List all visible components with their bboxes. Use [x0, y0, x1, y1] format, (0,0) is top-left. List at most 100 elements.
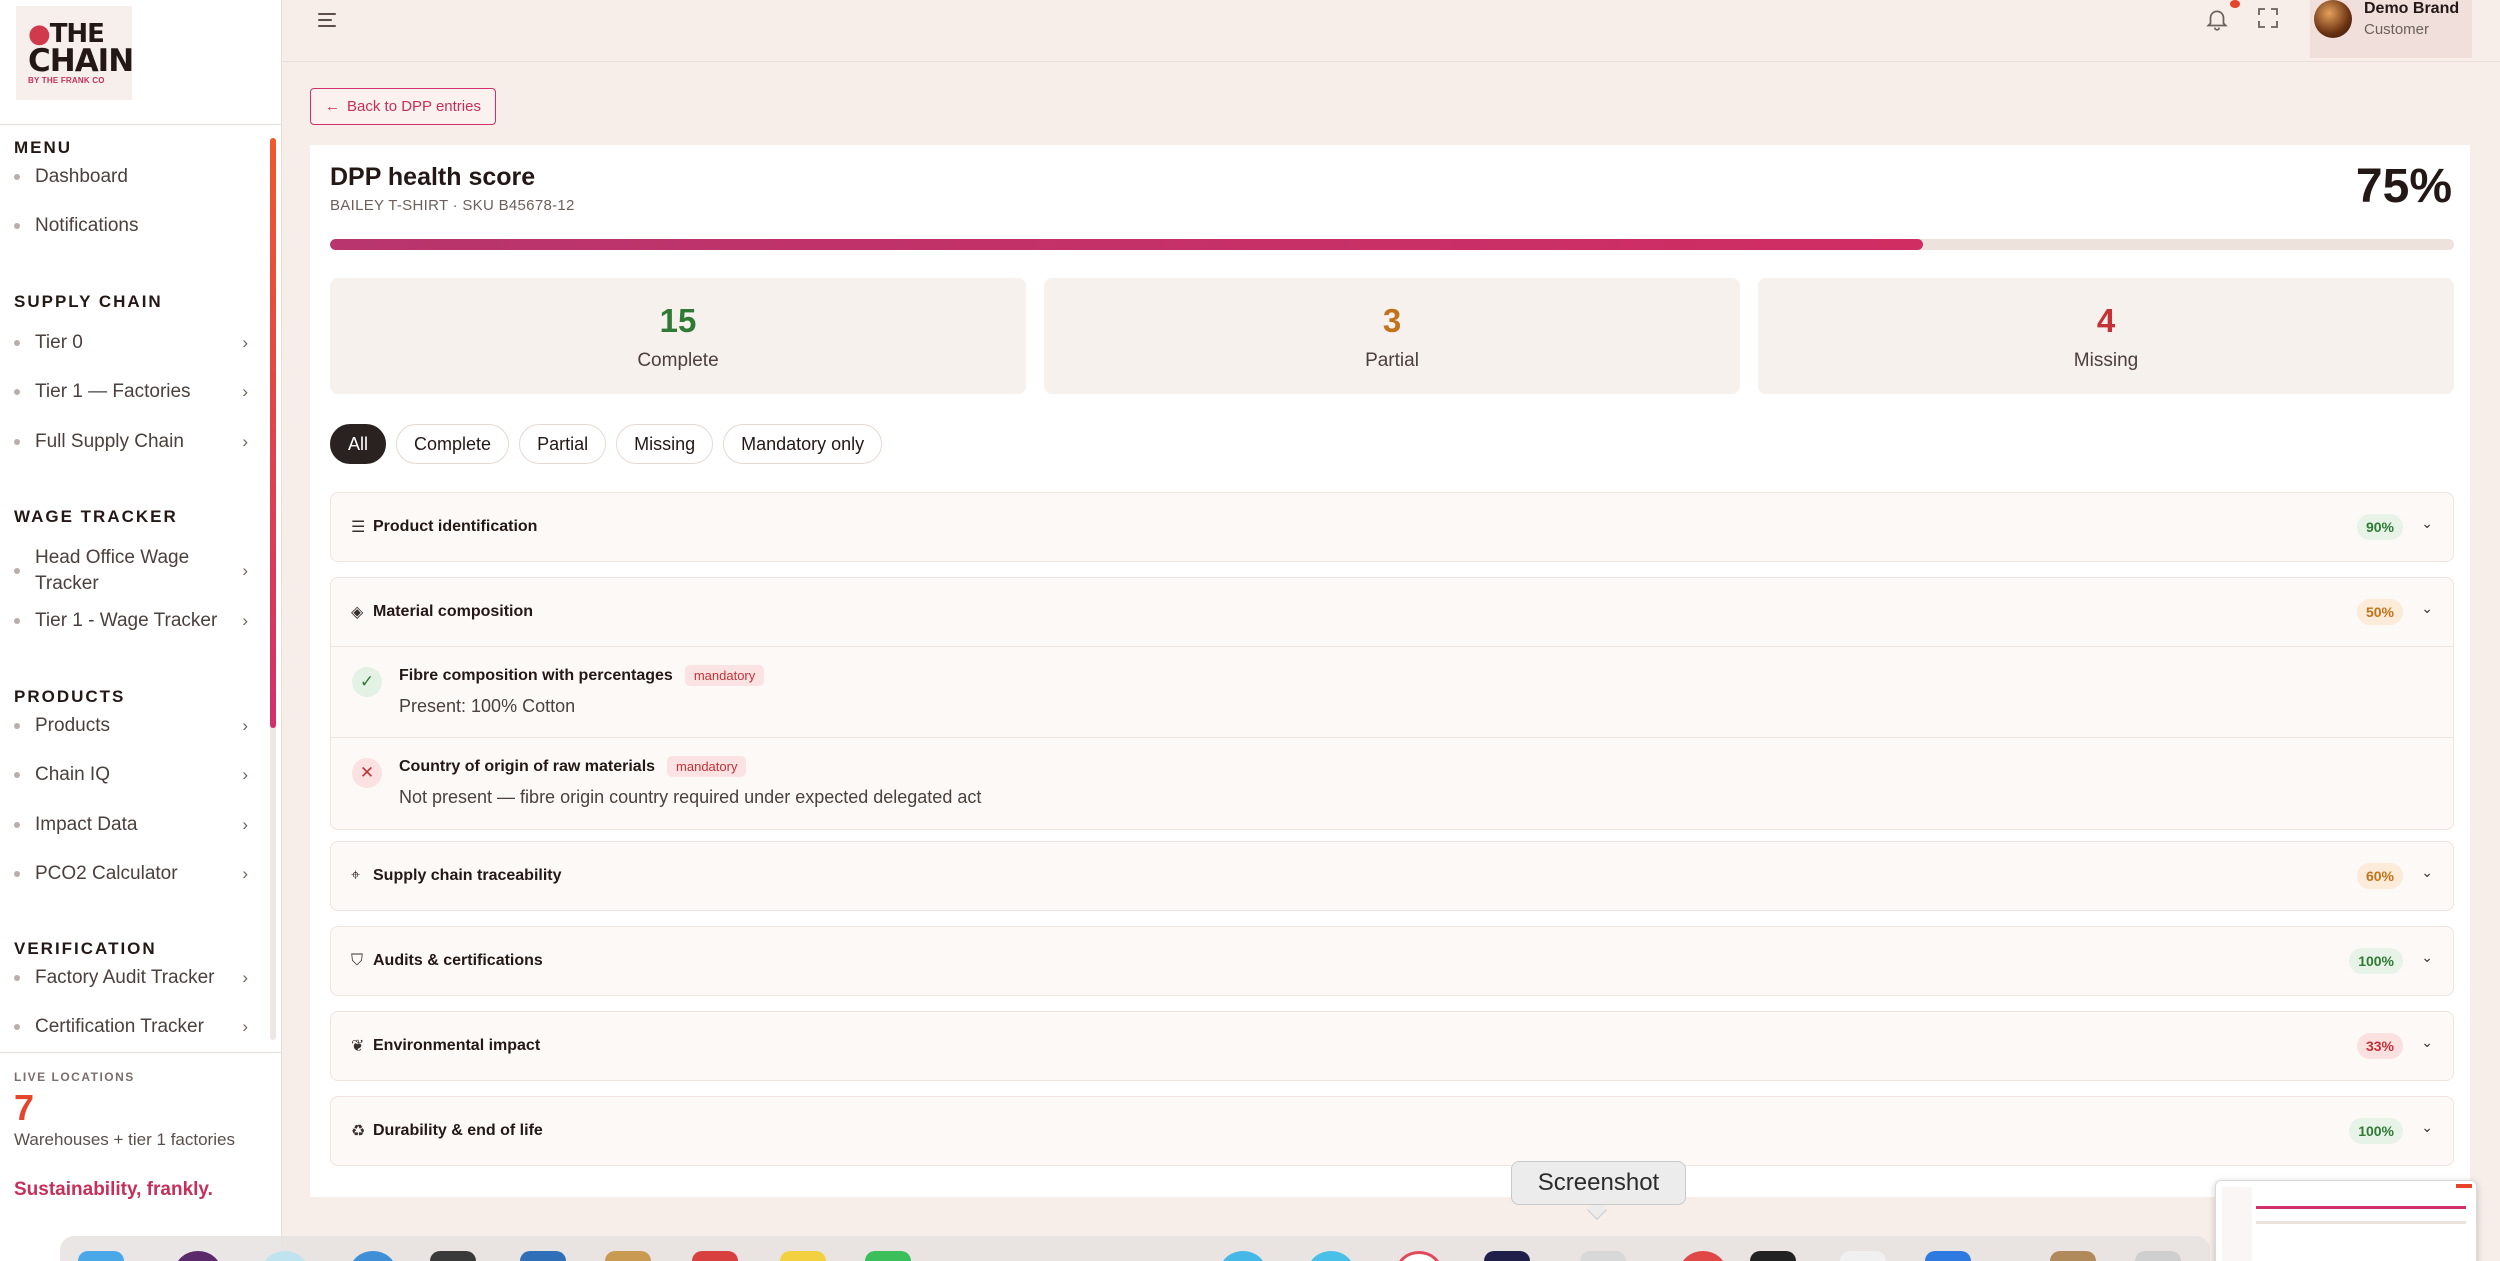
sidebar-item-label: Tier 1 - Wage Tracker [35, 610, 218, 631]
chevron-right-icon: › [242, 765, 248, 784]
sidebar-item-label: Tier 0 [35, 332, 83, 353]
app-icon[interactable] [2050, 1251, 2096, 1261]
bullet-icon [14, 340, 20, 346]
bullet-icon [14, 975, 20, 981]
sidebar-item-dashboard[interactable]: Dashboard [0, 164, 262, 190]
app-icon[interactable] [1840, 1251, 1886, 1261]
user-name: Demo Brand [2364, 0, 2460, 17]
section-environmental-impact: ❦ Environmental impact 33% ⌄ [330, 1011, 2454, 1081]
chevron-down-icon[interactable]: ⌄ [2421, 949, 2433, 966]
chevron-down-icon[interactable]: ⌄ [2421, 515, 2433, 532]
requirement-value: Not present — fibre origin country requi… [399, 787, 982, 807]
section-title: Durability & end of life [373, 1122, 543, 1139]
user-menu[interactable]: Demo Brand Customer [2310, 0, 2472, 58]
filter-partial[interactable]: Partial [519, 424, 607, 464]
filter-all[interactable]: All [330, 424, 387, 464]
section-header[interactable]: ◈ Material composition 50% ⌄ [331, 578, 2453, 646]
stat-missing-label: Missing [2073, 350, 2139, 371]
chevron-right-icon: › [242, 864, 248, 883]
menu-icon[interactable] [316, 8, 340, 32]
section-material-composition: ◈ Material composition 50% ⌄ ✓ Fibre com… [330, 577, 2454, 830]
filter-complete[interactable]: Complete [396, 424, 510, 464]
sidebar-item-label: Products [35, 715, 110, 736]
chevron-down-icon[interactable]: ⌄ [2421, 600, 2433, 617]
sidebar-item-label: Chain IQ [35, 764, 110, 785]
sidebar-item-label: PCO2 Calculator [35, 863, 178, 884]
app-icon[interactable] [605, 1251, 651, 1261]
sidebar-item-label: Tier 1 — Factories [35, 381, 191, 402]
page-title: DPP health score [330, 163, 536, 191]
sidebar-item-certification-tracker[interactable]: Certification Tracker › [0, 1014, 262, 1040]
screenshot-app-icon[interactable] [1580, 1251, 1626, 1261]
requirement-row: ✓ Fibre composition with percentages man… [331, 646, 2453, 737]
app-icon[interactable] [430, 1251, 476, 1261]
avatar [2314, 0, 2352, 38]
app-icon[interactable] [780, 1251, 826, 1261]
chevron-down-icon[interactable]: ⌄ [2421, 864, 2433, 881]
chevron-down-icon[interactable]: ⌄ [2421, 1119, 2433, 1136]
app-icon[interactable] [692, 1251, 738, 1261]
live-locations-count: 7 [14, 1087, 35, 1128]
stat-missing: 4 Missing [1758, 278, 2454, 394]
fullscreen-icon[interactable] [2256, 6, 2280, 37]
bullet-icon [14, 389, 20, 395]
section-header[interactable]: ⛉ Audits & certifications 100% ⌄ [331, 927, 2453, 995]
screenshot-thumbnail[interactable] [2215, 1180, 2477, 1261]
stat-partial: 3 Partial [1044, 278, 1740, 394]
section-durability-end-of-life: ♻ Durability & end of life 100% ⌄ [330, 1096, 2454, 1166]
section-header[interactable]: ☰ Product identification 90% ⌄ [331, 493, 2453, 561]
bullet-icon [14, 568, 20, 574]
sidebar-section-title: MENU [14, 138, 73, 157]
finder-icon[interactable] [78, 1251, 124, 1261]
app-icon[interactable] [1484, 1251, 1530, 1261]
bullet-icon [14, 871, 20, 877]
sidebar-item-impact-data[interactable]: Impact Data › [0, 812, 262, 838]
app-icon[interactable] [2135, 1251, 2181, 1261]
leaf-icon: ❦ [351, 1038, 365, 1055]
chevron-right-icon: › [242, 382, 248, 401]
sidebar-item-pco2-calculator[interactable]: PCO2 Calculator › [0, 861, 262, 887]
chevron-right-icon: › [242, 432, 248, 451]
topbar: Demo Brand Customer [282, 0, 2500, 62]
user-role: Customer [2364, 21, 2430, 38]
requirement-label: Fibre composition with percentages [399, 666, 673, 684]
sidebar-item-factory-audit-tracker[interactable]: Factory Audit Tracker › [0, 965, 262, 991]
sidebar-item-full-supply-chain[interactable]: Full Supply Chain › [0, 429, 262, 455]
section-header[interactable]: ♻ Durability & end of life 100% ⌄ [331, 1097, 2453, 1165]
filter-missing[interactable]: Missing [616, 424, 714, 464]
stat-complete-value: 15 [659, 302, 697, 339]
chevron-right-icon: › [242, 611, 248, 630]
section-header[interactable]: ❦ Environmental impact 33% ⌄ [331, 1012, 2453, 1080]
sidebar-tagline: Sustainability, frankly. [14, 1179, 213, 1200]
sidebar-item-tier-1-factories[interactable]: Tier 1 — Factories › [0, 379, 262, 405]
app-icon[interactable] [865, 1251, 911, 1261]
notification-badge [2230, 0, 2240, 8]
filter-mandatory-only[interactable]: Mandatory only [723, 424, 883, 464]
brand-logo[interactable]: ●THE CHAIN BY THE FRANK CO [16, 6, 134, 100]
back-to-entries-button[interactable]: ← Back to DPP entries [310, 88, 496, 125]
sidebar-item-chain-iq[interactable]: Chain IQ › [0, 762, 262, 788]
bullet-icon [14, 822, 20, 828]
section-title: Product identification [373, 518, 538, 535]
sidebar-item-tier-1-wage-tracker[interactable]: Tier 1 - Wage Tracker › [0, 608, 262, 634]
section-header[interactable]: ⌖ Supply chain traceability 60% ⌄ [331, 842, 2453, 910]
stat-partial-label: Partial [1365, 350, 1419, 371]
stat-partial-value: 3 [1382, 302, 1402, 339]
sidebar-item-tier-0[interactable]: Tier 0 › [0, 330, 262, 356]
chevron-down-icon[interactable]: ⌄ [2421, 1034, 2433, 1051]
sidebar-item-label: Notifications [35, 215, 139, 236]
sidebar-scrollbar[interactable] [270, 138, 276, 728]
stat-missing-value: 4 [2096, 302, 2116, 339]
chevron-right-icon: › [242, 1017, 248, 1036]
sidebar-section-title: VERIFICATION [14, 939, 157, 958]
bell-icon[interactable] [2204, 6, 2230, 39]
app-icon[interactable] [520, 1251, 566, 1261]
section-product-identification: ☰ Product identification 90% ⌄ [330, 492, 2454, 562]
sidebar-section-title: PRODUCTS [14, 687, 126, 706]
sidebar-item-notifications[interactable]: Notifications [0, 213, 262, 239]
sidebar-item-products[interactable]: Products › [0, 713, 262, 739]
app-icon[interactable] [1750, 1251, 1796, 1261]
list-icon: ☰ [351, 519, 366, 536]
app-icon[interactable] [1925, 1251, 1971, 1261]
sidebar-item-head-office-wage-tracker[interactable]: Head Office Wage Tracker › [0, 545, 248, 597]
